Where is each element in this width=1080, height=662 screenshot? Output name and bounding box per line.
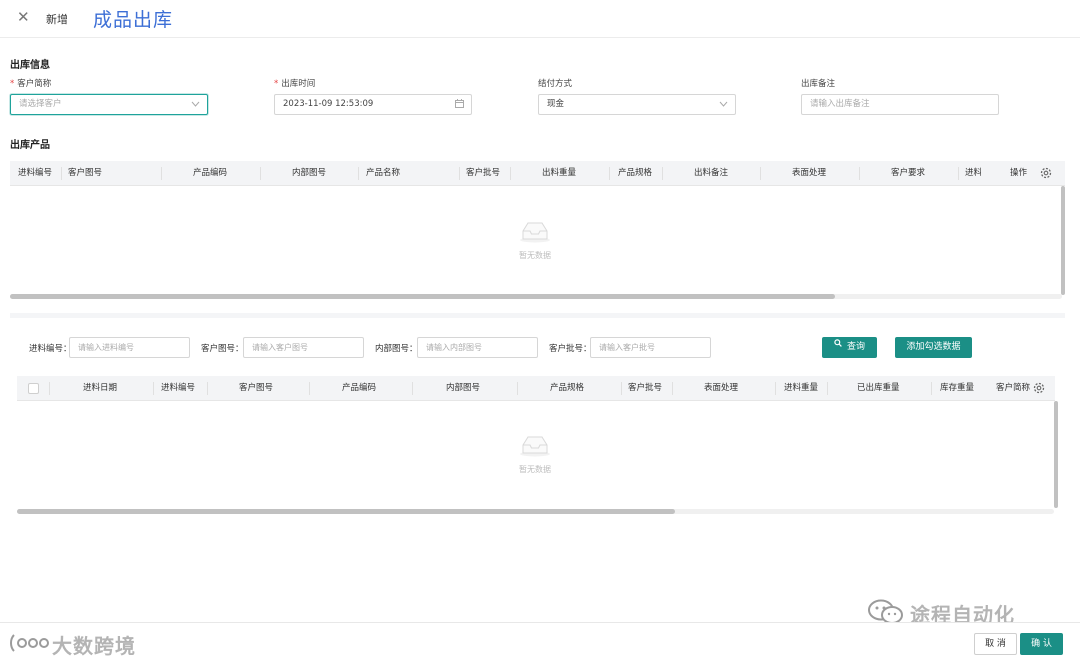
col-customer-short-name: 客户简称 xyxy=(996,383,1031,393)
header-mode-label: 新增 xyxy=(46,13,68,26)
col-shipped-weight: 已出库重量 xyxy=(857,383,900,393)
products-table-vscroll[interactable] xyxy=(1061,186,1065,295)
col-customer-batch-no: 客户批号 xyxy=(466,168,501,178)
col-incoming-weight: 进料重量 xyxy=(784,383,819,393)
col-incoming-date: 进料日期 xyxy=(83,383,118,393)
col-surface-treatment: 表面处理 xyxy=(792,168,827,178)
section-title-outbound-products: 出库产品 xyxy=(10,140,50,151)
col-internal-drawing-no: 内部图号 xyxy=(292,168,327,178)
query-button[interactable]: 查询 xyxy=(822,337,877,358)
products-table-hscroll-thumb[interactable] xyxy=(10,294,835,299)
cancel-button[interactable]: 取 消 xyxy=(974,633,1017,655)
col-product-code: 产品编码 xyxy=(193,168,228,178)
products-table-hscroll[interactable] xyxy=(10,294,1062,299)
page-title: 成品出库 xyxy=(93,9,174,31)
col-customer-drawing-no: 客户图号 xyxy=(68,168,103,178)
search-customer-batch-input[interactable]: 请输入客户批号 xyxy=(590,337,711,358)
search-customer-batch-label: 客户批号： xyxy=(549,344,592,354)
search-internal-drawing-label: 内部图号： xyxy=(375,344,418,354)
col-product-spec: 产品规格 xyxy=(550,383,585,393)
outbound-time-picker[interactable]: 2023-11-09 12:53:09 xyxy=(274,94,472,115)
selection-table-hscroll-thumb[interactable] xyxy=(17,509,675,514)
selection-empty-state: 暂无数据 xyxy=(505,433,565,475)
query-button-label: 查询 xyxy=(846,342,865,352)
col-actions: 操作 xyxy=(1010,168,1028,178)
gear-icon[interactable] xyxy=(1039,166,1053,183)
col-customer-drawing-no: 客户图号 xyxy=(239,383,274,393)
empty-box-icon xyxy=(505,219,565,246)
products-table-header: 进料编号 客户图号 产品编码 内部图号 产品名称 客户批号 出料重量 产品规格 … xyxy=(10,161,1065,186)
confirm-button[interactable]: 确 认 xyxy=(1020,633,1063,655)
section-divider xyxy=(10,313,1065,318)
customer-select[interactable]: 请选择客户 xyxy=(10,94,208,115)
selection-table-header: 进料日期 进料编号 客户图号 产品编码 内部图号 产品规格 客户批号 表面处理 … xyxy=(17,376,1055,401)
search-internal-drawing-input[interactable]: 请输入内部图号 xyxy=(417,337,538,358)
footer-bar: 大数跨境 取 消 确 认 xyxy=(0,622,1080,662)
col-customer-requirement: 客户要求 xyxy=(891,168,926,178)
remark-label: 出库备注 xyxy=(801,79,836,89)
col-incoming-truncated: 进料 xyxy=(965,168,981,178)
search-customer-drawing-label: 客户图号： xyxy=(201,344,244,354)
col-outbound-weight: 出料重量 xyxy=(542,168,577,178)
select-all-checkbox[interactable] xyxy=(28,383,39,394)
chevron-down-icon xyxy=(719,95,728,122)
chevron-down-icon xyxy=(191,95,200,122)
col-outbound-remark: 出料备注 xyxy=(694,168,729,178)
col-customer-batch-no: 客户批号 xyxy=(628,383,663,393)
payment-method-select[interactable]: 现金 xyxy=(538,94,736,115)
outbound-time-label: * 出库时间 xyxy=(274,79,316,89)
remark-input[interactable]: 请输入出库备注 xyxy=(801,94,999,115)
brand-logo-icon xyxy=(8,631,52,658)
col-product-spec: 产品规格 xyxy=(618,168,653,178)
search-incoming-no-input[interactable]: 请输入进料编号 xyxy=(69,337,190,358)
products-empty-text: 暂无数据 xyxy=(519,251,551,260)
header-bar: ✕ 新增 成品出库 xyxy=(0,0,1080,38)
payment-method-label: 结付方式 xyxy=(538,79,573,89)
selection-table-hscroll[interactable] xyxy=(17,509,1054,514)
selection-empty-text: 暂无数据 xyxy=(519,465,551,474)
col-product-name: 产品名称 xyxy=(366,168,401,178)
col-surface-treatment: 表面处理 xyxy=(704,383,739,393)
col-product-code: 产品编码 xyxy=(342,383,377,393)
section-title-outbound-info: 出库信息 xyxy=(10,60,50,71)
col-incoming-no: 进料编号 xyxy=(18,168,53,178)
col-internal-drawing-no: 内部图号 xyxy=(446,383,481,393)
customer-label: * 客户简称 xyxy=(10,79,52,89)
search-customer-drawing-input[interactable]: 请输入客户图号 xyxy=(243,337,364,358)
selection-table-vscroll[interactable] xyxy=(1054,401,1058,508)
search-icon xyxy=(834,335,842,356)
col-incoming-no: 进料编号 xyxy=(161,383,196,393)
search-incoming-no-label: 进料编号： xyxy=(29,344,72,354)
gear-icon[interactable] xyxy=(1032,381,1046,398)
brand-watermark-text: 大数跨境 xyxy=(52,634,136,658)
close-icon[interactable]: ✕ xyxy=(17,8,30,26)
col-stock-weight: 库存重量 xyxy=(940,383,975,393)
add-selected-button[interactable]: 添加勾选数据 xyxy=(895,337,972,358)
empty-box-icon xyxy=(505,433,565,460)
products-empty-state: 暂无数据 xyxy=(505,219,565,261)
calendar-icon xyxy=(455,95,464,122)
